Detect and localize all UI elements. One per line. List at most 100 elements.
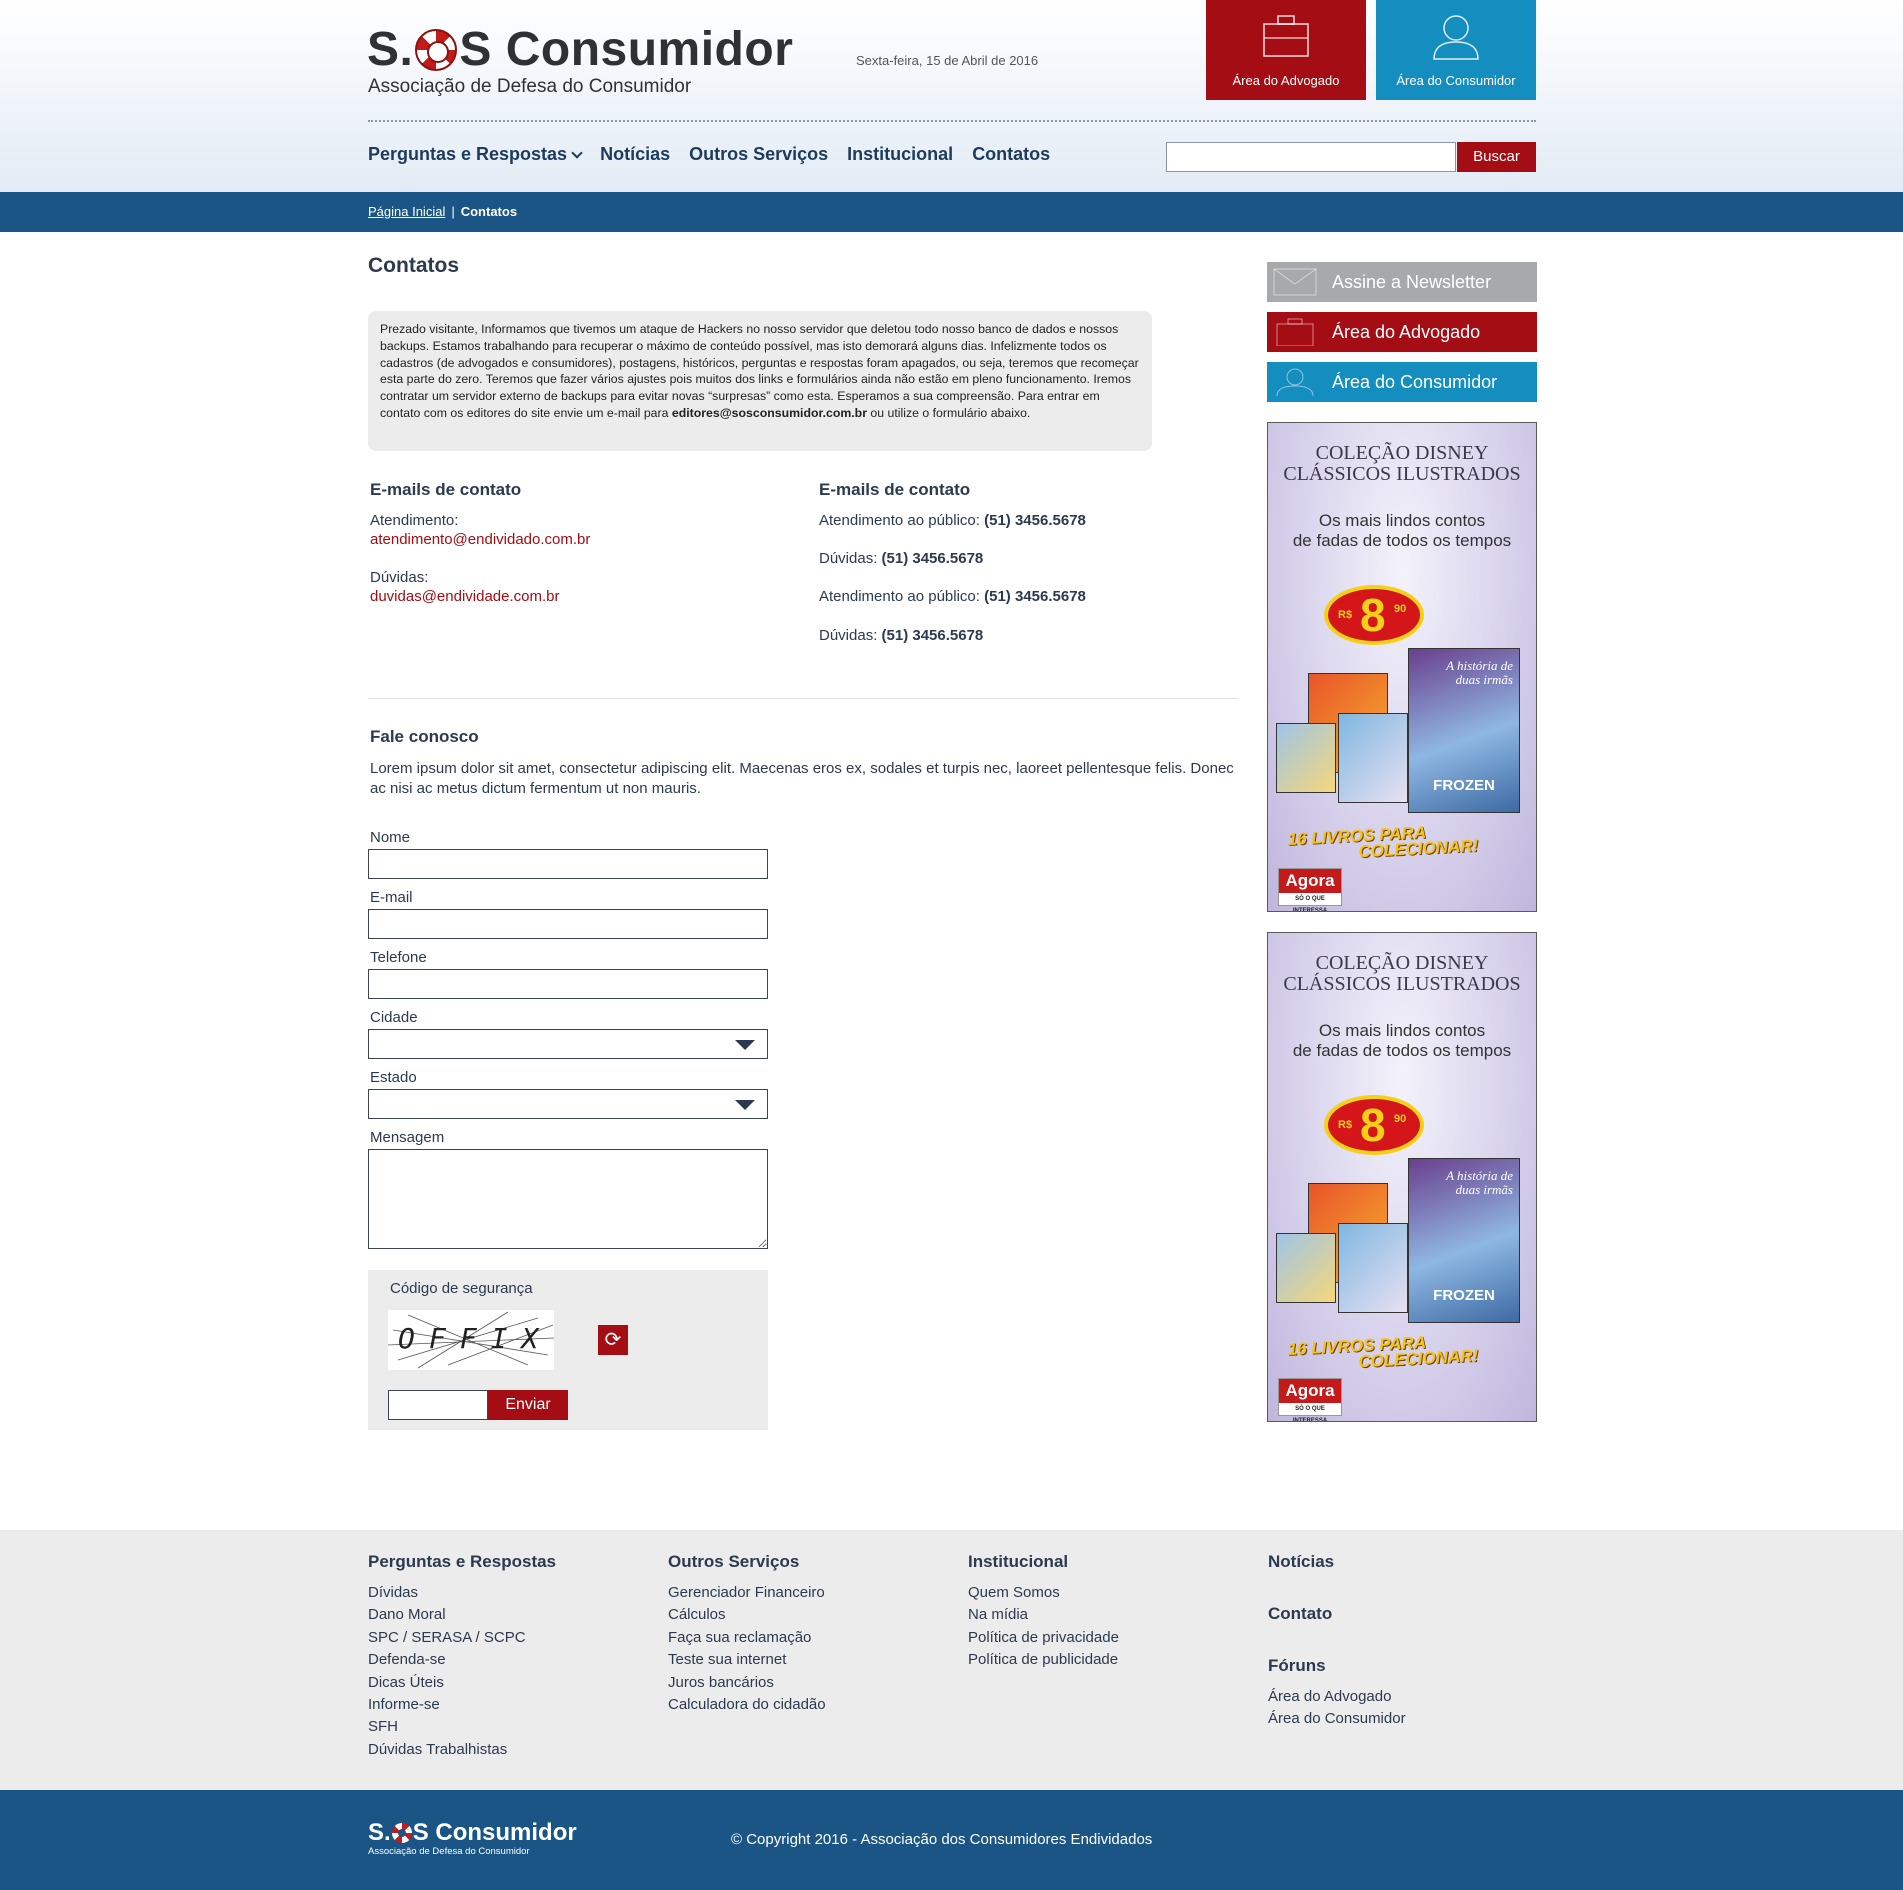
section-divider [368,698,1238,699]
sidebar-area-advogado-button[interactable]: Área do Advogado [1267,312,1537,352]
footer-link[interactable]: Informe-se [368,1694,556,1716]
briefcase-icon [1273,318,1317,347]
sidebar-area-consumidor-button[interactable]: Área do Consumidor [1267,362,1537,402]
nav-institucional[interactable]: Institucional [847,144,953,165]
site-footer: Perguntas e Respostas Dívidas Dano Moral… [0,1530,1903,1790]
footer-col-institucional: Institucional Quem Somos Na mídia Políti… [968,1552,1119,1672]
footer-link[interactable]: Cálculos [668,1604,826,1626]
email-label: E-mail [370,889,413,906]
mensagem-textarea[interactable] [368,1149,768,1249]
captcha-image: OFFIX [388,1310,554,1370]
nav-outros-servicos[interactable]: Outros Serviços [689,144,828,165]
site-header: S. S Consumidor Associação de Defesa do C… [0,0,1903,192]
dropdown-arrow-icon [735,1100,755,1110]
page-title: Contatos [368,254,459,277]
atendimento-email-link[interactable]: atendimento@endividado.com.br [370,531,590,548]
breadcrumb: Página Inicial | Contatos [368,204,518,219]
nome-field[interactable] [368,849,768,879]
footer-link[interactable]: Dívidas [368,1582,556,1604]
telefone-label: Telefone [370,949,427,966]
disney-ad-banner[interactable]: COLEÇÃO DISNEY CLÁSSICOS ILUSTRADOS Os ma… [1267,932,1537,1422]
price-badge: R$ 8 90 [1324,585,1424,645]
user-icon [1273,368,1317,397]
cidade-select[interactable] [368,1029,768,1059]
contact-form-intro: Lorem ipsum dolor sit amet, consectetur … [370,760,1234,797]
book-cover [1276,1233,1336,1303]
book-cover [1276,723,1336,793]
refresh-icon: ⟳ [604,1329,622,1351]
phone-item: Dúvidas: (51) 3456.5678 [819,550,984,567]
captcha-title: Código de segurança [390,1280,533,1297]
footer-link[interactable]: Dicas Úteis [368,1672,556,1694]
copyright: © Copyright 2016 - Associação dos Consum… [731,1831,1153,1848]
lifebuoy-icon [391,1823,412,1843]
duvidas-label: Dúvidas: [370,569,429,586]
area-advogado-button[interactable]: Área do Advogado [1206,0,1366,100]
footer-link[interactable]: Na mídia [968,1604,1119,1626]
chevron-down-icon [571,146,583,159]
telefone-field[interactable] [368,969,768,999]
contact-form-heading: Fale conosco [370,727,479,746]
footer-link[interactable]: Juros bancários [668,1672,826,1694]
newsletter-button[interactable]: Assine a Newsletter [1267,262,1537,302]
footer-link[interactable]: Dúvidas Trabalhistas [368,1739,556,1761]
footer-foruns[interactable]: Fóruns [1268,1656,1406,1676]
breadcrumb-current: Contatos [460,204,518,219]
disney-ad-banner[interactable]: COLEÇÃO DISNEY CLÁSSICOS ILUSTRADOS Os ma… [1267,422,1537,912]
footer-link[interactable]: Calculadora do cidadão [668,1694,826,1716]
footer-link[interactable]: Defenda-se [368,1649,556,1671]
nav-contatos[interactable]: Contatos [972,144,1050,165]
footer-col-outros: Outros Serviços Gerenciador Financeiro C… [668,1552,826,1716]
notice-email[interactable]: editores@sosconsumidor.com.br [672,406,867,420]
atendimento-label: Atendimento: [370,512,459,529]
bottom-bar: S. S Consumidor Associação de Defesa do C… [0,1790,1903,1890]
captcha-box: Código de segurança OFFIX ⟳ Enviar [368,1270,768,1430]
user-icon [1432,14,1480,63]
email-field[interactable] [368,909,768,939]
nome-label: Nome [370,829,411,846]
submit-button[interactable]: Enviar [488,1390,568,1420]
book-cover [1338,1223,1408,1313]
footer-contato[interactable]: Contato [1268,1604,1406,1624]
footer-link[interactable]: Gerenciador Financeiro [668,1582,826,1604]
envelope-icon [1273,268,1317,296]
agora-logo: Agora SÓ O QUE INTERESSA [1278,1378,1342,1421]
captcha-refresh-button[interactable]: ⟳ [598,1325,628,1355]
footer-link[interactable]: SPC / SERASA / SCPC [368,1627,556,1649]
book-cover: A história de duas irmãs FROZEN [1408,648,1520,813]
briefcase-icon [1262,14,1310,61]
nav-perguntas[interactable]: Perguntas e Respostas [368,144,583,165]
cidade-label: Cidade [370,1009,418,1026]
footer-link[interactable]: Faça sua reclamação [668,1627,826,1649]
price-badge: R$ 8 90 [1324,1095,1424,1155]
footer-logo[interactable]: S. S Consumidor Associação de Defesa do C… [368,1820,577,1858]
phones-heading: E-mails de contato [819,480,971,499]
book-cover [1338,713,1408,803]
duvidas-email-link[interactable]: duvidas@endividade.com.br [370,588,560,605]
breadcrumb-home-link[interactable]: Página Inicial [368,204,445,219]
captcha-input[interactable] [388,1390,488,1420]
estado-select[interactable] [368,1089,768,1119]
footer-link[interactable]: SFH [368,1716,556,1738]
book-cover: A história de duas irmãs FROZEN [1408,1158,1520,1323]
footer-link[interactable]: Dano Moral [368,1604,556,1626]
footer-link[interactable]: Área do Advogado [1268,1686,1406,1708]
phone-item: Atendimento ao público: (51) 3456.5678 [819,512,1086,529]
header-divider [368,120,1536,122]
nav-noticias[interactable]: Notícias [600,144,670,165]
search-input[interactable] [1166,142,1456,172]
logo-subtitle: Associação de Defesa do Consumidor [368,76,692,97]
footer-noticias[interactable]: Notícias [1268,1552,1406,1572]
footer-link[interactable]: Quem Somos [968,1582,1119,1604]
footer-col-misc: Notícias Contato Fóruns Área do Advogado… [1268,1552,1406,1731]
footer-link[interactable]: Área do Consumidor [1268,1708,1406,1730]
footer-link[interactable]: Política de privacidade [968,1627,1119,1649]
footer-link[interactable]: Política de publicidade [968,1649,1119,1671]
estado-label: Estado [370,1069,417,1086]
area-consumidor-button[interactable]: Área do Consumidor [1376,0,1536,100]
footer-link[interactable]: Teste sua internet [668,1649,826,1671]
search-button[interactable]: Buscar [1457,142,1536,172]
emails-heading: E-mails de contato [370,480,522,499]
mensagem-label: Mensagem [370,1129,445,1146]
site-logo[interactable]: S. S Consumidor Associação de Defesa do C… [367,24,793,98]
